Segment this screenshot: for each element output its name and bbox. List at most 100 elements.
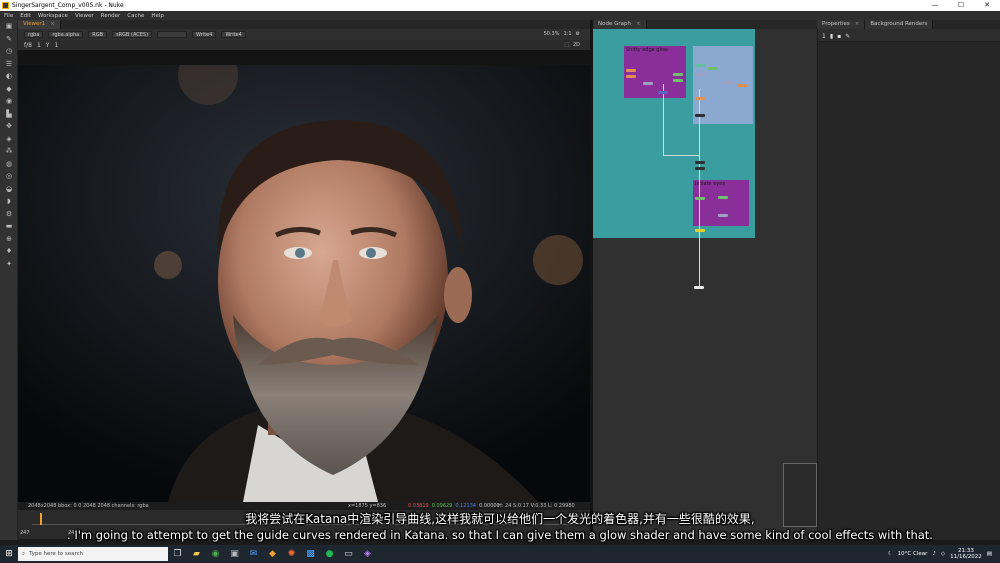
- node[interactable]: [695, 229, 705, 232]
- windows-start-icon[interactable]: ⊞: [0, 545, 18, 563]
- filter-nodes-icon[interactable]: ◆: [0, 83, 18, 96]
- gamma-value[interactable]: 1: [54, 42, 58, 49]
- time-nodes-icon[interactable]: ◷: [0, 45, 18, 58]
- notifications-icon[interactable]: ▤: [987, 551, 992, 557]
- node[interactable]: [673, 73, 683, 76]
- close-icon[interactable]: ×: [636, 21, 641, 27]
- node[interactable]: [718, 196, 728, 199]
- node[interactable]: [658, 91, 668, 94]
- node[interactable]: [708, 67, 718, 70]
- clock[interactable]: 21:33 11/16/2022: [950, 548, 982, 560]
- volume-icon[interactable]: ♪: [932, 551, 936, 557]
- zoom-level[interactable]: 50.3%: [544, 31, 560, 37]
- menu-edit[interactable]: Edit: [20, 13, 31, 19]
- terminal-icon[interactable]: ▭: [339, 545, 358, 563]
- properties-bin[interactable]: [818, 42, 1000, 540]
- node[interactable]: [695, 167, 705, 170]
- input-b-dropdown[interactable]: Write4: [221, 31, 246, 38]
- blank-dropdown[interactable]: [157, 31, 188, 38]
- transform-nodes-icon[interactable]: ✥: [0, 120, 18, 133]
- node[interactable]: [737, 84, 747, 87]
- backdrop-edge-glow-label: Shitty edge glow: [626, 47, 669, 53]
- node[interactable]: [643, 82, 653, 85]
- channels-dropdown[interactable]: rgba: [24, 31, 44, 38]
- menu-help[interactable]: Help: [151, 13, 164, 19]
- node-graph[interactable]: Shitty edge glow Isolate eyes: [593, 29, 817, 540]
- close-button[interactable]: ✕: [974, 0, 1000, 11]
- taskbar-search[interactable]: ⌕ Type here to search: [18, 547, 168, 561]
- node[interactable]: [718, 214, 728, 217]
- input-a-dropdown[interactable]: Write4: [192, 31, 217, 38]
- menu-file[interactable]: File: [4, 13, 13, 19]
- roi-icon[interactable]: ⬚: [564, 42, 569, 48]
- menu-cache[interactable]: Cache: [127, 13, 144, 19]
- image-nodes-icon[interactable]: ▣: [0, 20, 18, 33]
- cara-nodes-icon[interactable]: ♦: [0, 245, 18, 258]
- tab-properties[interactable]: Properties ×: [817, 20, 866, 29]
- colorspace-dropdown[interactable]: RGB: [88, 31, 108, 38]
- backdrop-isolate-eyes[interactable]: Isolate eyes: [693, 180, 749, 226]
- node[interactable]: [626, 69, 636, 72]
- metadata-nodes-icon[interactable]: ◒: [0, 183, 18, 196]
- minimize-button[interactable]: —: [922, 0, 948, 11]
- tab-background-renders[interactable]: Background Renders: [865, 20, 934, 29]
- weather-text[interactable]: 10°C Clear: [898, 551, 928, 557]
- other-nodes-icon[interactable]: ⚙: [0, 208, 18, 221]
- tab-viewer1[interactable]: Viewer1 ×: [18, 20, 61, 29]
- gizmo-nodes-icon[interactable]: ✦: [0, 258, 18, 271]
- alpha-channel-dropdown[interactable]: rgba.alpha: [48, 31, 84, 38]
- furnace-nodes-icon[interactable]: ▬: [0, 220, 18, 233]
- close-icon[interactable]: ×: [855, 21, 860, 27]
- keyer-nodes-icon[interactable]: ◉: [0, 95, 18, 108]
- node[interactable]: [626, 75, 636, 78]
- ofx-nodes-icon[interactable]: ⊕: [0, 233, 18, 246]
- viewer-settings-icon[interactable]: ⚙: [576, 31, 580, 37]
- houdini-icon[interactable]: ✺: [282, 545, 301, 563]
- photos-icon[interactable]: ▩: [301, 545, 320, 563]
- nuke-taskbar-icon[interactable]: ◆: [263, 545, 282, 563]
- lock-icon[interactable]: ▮: [830, 33, 833, 40]
- draw-nodes-icon[interactable]: ✎: [0, 33, 18, 46]
- node[interactable]: [723, 81, 733, 84]
- color-nodes-icon[interactable]: ◐: [0, 70, 18, 83]
- view-mode-dropdown[interactable]: 2D: [573, 42, 580, 48]
- gain-value[interactable]: 1: [37, 42, 41, 49]
- particles-nodes-icon[interactable]: ⁂: [0, 145, 18, 158]
- network-icon[interactable]: ◇: [941, 551, 945, 557]
- chrome-icon[interactable]: ◉: [206, 545, 225, 563]
- viewer-viewport[interactable]: [18, 50, 590, 502]
- 3d-nodes-icon[interactable]: ◈: [0, 133, 18, 146]
- zoom-ratio[interactable]: 1:1: [563, 31, 571, 37]
- node[interactable]: [695, 197, 705, 200]
- node[interactable]: [695, 114, 705, 117]
- weather-icon[interactable]: ☾: [888, 551, 893, 557]
- menu-render[interactable]: Render: [101, 13, 121, 19]
- toolsets-icon[interactable]: ◗: [0, 195, 18, 208]
- node[interactable]: [673, 79, 683, 82]
- node[interactable]: [695, 64, 705, 67]
- node[interactable]: [694, 286, 704, 289]
- merge-nodes-icon[interactable]: ▙: [0, 108, 18, 121]
- channel-nodes-icon[interactable]: ☰: [0, 58, 18, 71]
- menu-workspace[interactable]: Workspace: [38, 13, 68, 19]
- max-panels-field[interactable]: 1: [822, 33, 826, 40]
- clear-icon[interactable]: ✎: [845, 33, 850, 40]
- tab-node-graph[interactable]: Node Graph ×: [593, 20, 647, 29]
- close-icon[interactable]: ×: [50, 21, 55, 27]
- task-view-icon[interactable]: ❐: [168, 545, 187, 563]
- store-icon[interactable]: ▣: [225, 545, 244, 563]
- views-nodes-icon[interactable]: ◎: [0, 170, 18, 183]
- node[interactable]: [695, 73, 705, 76]
- file-explorer-icon[interactable]: ▰: [187, 545, 206, 563]
- float-icon[interactable]: ▪: [837, 33, 841, 40]
- spotify-icon[interactable]: ●: [320, 545, 339, 563]
- backdrop-edge-glow[interactable]: Shitty edge glow: [624, 46, 686, 98]
- menu-viewer[interactable]: Viewer: [75, 13, 94, 19]
- mail-icon[interactable]: ✉: [244, 545, 263, 563]
- maximize-button[interactable]: ☐: [948, 0, 974, 11]
- deep-nodes-icon[interactable]: ◍: [0, 158, 18, 171]
- node[interactable]: [695, 97, 705, 100]
- node[interactable]: [695, 161, 705, 164]
- display-lut-dropdown[interactable]: sRGB (ACES): [112, 31, 153, 38]
- app-icon[interactable]: ◈: [358, 545, 377, 563]
